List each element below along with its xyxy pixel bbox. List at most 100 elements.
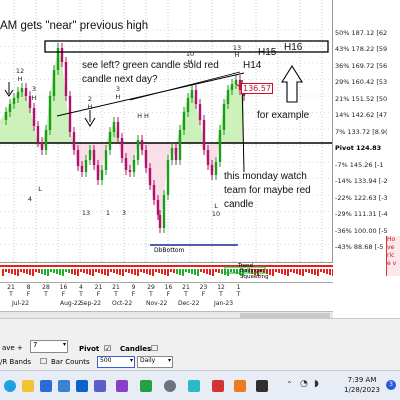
oscillator-bar-red bbox=[311, 269, 313, 274]
visual-studio-icon[interactable] bbox=[116, 380, 128, 392]
right-info-line-4: e v bbox=[387, 260, 397, 267]
oscillator-bar-red bbox=[296, 269, 298, 274]
x-axis-day-letter: F bbox=[201, 291, 206, 298]
x-axis-day-number: 21 bbox=[182, 284, 190, 291]
oscillator-bar-red bbox=[71, 269, 73, 274]
settings-gear-icon[interactable] bbox=[164, 380, 176, 392]
oscillator-bar-green bbox=[44, 269, 46, 275]
down-candle bbox=[80, 166, 84, 172]
oscillator-bar-red bbox=[77, 269, 79, 276]
up-candle bbox=[100, 170, 104, 180]
x-axis-day-number: 28 bbox=[42, 284, 50, 291]
oscillator-bar-green bbox=[185, 269, 187, 272]
oscillator-bar-red bbox=[200, 269, 202, 272]
price-axis-label: 50% 187.12 [62 bbox=[335, 29, 388, 37]
bar-counts-label: Bar Counts bbox=[51, 358, 90, 366]
price-chart[interactable] bbox=[0, 0, 333, 262]
pivot-checkbox[interactable]: ☑ bbox=[104, 344, 111, 353]
label-h15: H15 bbox=[258, 47, 277, 58]
teams-icon[interactable] bbox=[94, 380, 106, 392]
app-green-icon[interactable] bbox=[140, 380, 152, 392]
clock-date[interactable]: 1/28/2023 bbox=[340, 386, 384, 394]
wifi-icon[interactable]: ◔ bbox=[300, 379, 308, 389]
outlook-icon[interactable] bbox=[76, 380, 88, 392]
up-candle bbox=[16, 92, 20, 98]
down-candle bbox=[76, 150, 80, 166]
oscillator-bar-red bbox=[29, 269, 31, 275]
x-axis-day-number: 16 bbox=[59, 284, 68, 291]
clock-time[interactable]: 7:39 AM bbox=[340, 376, 384, 384]
oscillator-bar-green bbox=[179, 269, 181, 275]
oscillator-bar-red bbox=[143, 269, 145, 273]
chevron-down-icon: ▾ bbox=[167, 357, 171, 364]
oscillator-bar-red bbox=[2, 269, 4, 276]
x-axis-day-number: 9 bbox=[131, 284, 136, 291]
oscillator-bar-green bbox=[233, 269, 235, 273]
right-info-line-3: ric bbox=[387, 252, 395, 259]
snipping-tool-icon[interactable] bbox=[188, 380, 200, 392]
price-axis-label: -36% 100.00 [-5 bbox=[335, 226, 388, 235]
oscillator-chart bbox=[0, 265, 333, 276]
x-axis-month-label: Jan-23 bbox=[214, 300, 234, 307]
down-candle bbox=[96, 165, 100, 180]
oscillator-bar-green bbox=[50, 269, 52, 272]
edge-icon[interactable] bbox=[4, 380, 16, 392]
terminal-icon[interactable] bbox=[256, 380, 268, 392]
bar-label-h10-h: H bbox=[187, 58, 193, 66]
x-axis-day-number: 21 bbox=[7, 284, 15, 291]
oscillator-bar-red bbox=[173, 269, 175, 273]
oscillator-bar-red bbox=[32, 269, 34, 276]
x-axis-day-letter: T bbox=[149, 291, 153, 298]
oscillator-bar-red bbox=[35, 269, 37, 272]
bars-select[interactable]: 500 ▾ bbox=[97, 356, 135, 368]
down-candle bbox=[174, 148, 178, 160]
app-red-icon[interactable] bbox=[212, 380, 224, 392]
x-axis-day-number: 21 bbox=[94, 284, 103, 291]
up-candle bbox=[234, 80, 238, 84]
candles-checkbox[interactable]: ☐ bbox=[151, 344, 158, 353]
bands-label: /R Bands bbox=[0, 358, 32, 366]
bar-label-h3: 3 bbox=[31, 85, 37, 93]
notification-badge[interactable]: 3 bbox=[386, 380, 396, 390]
bar-counts-checkbox[interactable]: ☐ bbox=[40, 357, 47, 366]
x-axis-day-number: 4 bbox=[79, 284, 83, 291]
oscillator-bar-red bbox=[146, 269, 148, 274]
up-candle bbox=[230, 84, 234, 90]
dbbottom-label: DbBottom bbox=[154, 247, 185, 254]
app-orange-icon[interactable] bbox=[234, 380, 246, 392]
oscillator-bar-red bbox=[95, 269, 97, 272]
mail-icon[interactable] bbox=[40, 380, 52, 392]
store-icon[interactable] bbox=[58, 380, 70, 392]
price-axis-label: 29% 160.42 [53 bbox=[335, 78, 388, 87]
wave-select[interactable]: 7 ▾ bbox=[30, 340, 68, 353]
oscillator-bar-red bbox=[209, 269, 211, 275]
chevron-up-icon[interactable]: ⌃ bbox=[286, 380, 293, 389]
x-axis-day-number: 21 bbox=[112, 284, 120, 291]
up-candle bbox=[48, 96, 52, 130]
oscillator-bar-red bbox=[104, 269, 106, 275]
oscillator-bar-red bbox=[320, 269, 322, 272]
oscillator-bar-red bbox=[170, 269, 172, 272]
interval-select[interactable]: Daily ▾ bbox=[137, 356, 173, 368]
oscillator-bar-red bbox=[314, 269, 316, 275]
oscillator-bar-red bbox=[11, 269, 13, 274]
bar-label-h3b-h: H bbox=[115, 93, 121, 101]
down-candle bbox=[194, 90, 198, 104]
bar-label-l4: 4 bbox=[27, 195, 33, 203]
oscillator-bar-green bbox=[176, 269, 178, 274]
volume-icon[interactable]: ◗ bbox=[314, 379, 319, 389]
up-candle bbox=[8, 104, 12, 112]
interval-select-value: Daily bbox=[140, 357, 156, 364]
chevron-down-icon: ▾ bbox=[62, 341, 66, 348]
file-explorer-icon[interactable] bbox=[22, 380, 34, 392]
bar-label-h12-h: H bbox=[17, 75, 23, 83]
down-candle bbox=[198, 104, 202, 120]
down-candle bbox=[116, 122, 120, 138]
up-candle bbox=[178, 130, 182, 160]
oscillator-bar-red bbox=[317, 269, 319, 276]
up-candle bbox=[162, 195, 166, 228]
oscillator-bar-red bbox=[287, 269, 289, 276]
oscillator-bar-red bbox=[161, 269, 163, 274]
down-candle bbox=[60, 48, 64, 62]
oscillator-bar-green bbox=[62, 269, 64, 276]
